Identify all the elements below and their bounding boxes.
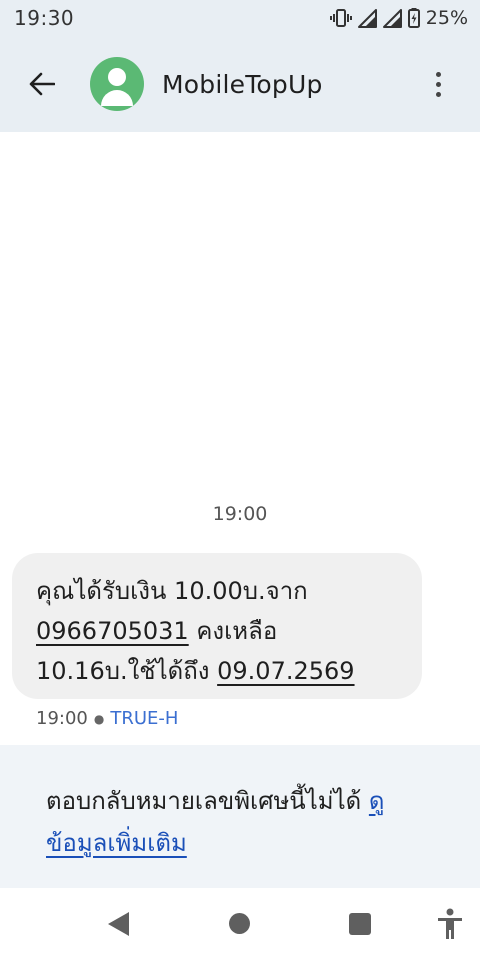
message-line-1: คุณได้รับเงิน 10.00บ.จาก [36, 571, 402, 611]
back-arrow-icon [29, 72, 55, 96]
message-line-3: 10.16บ.ใช้ได้ถึง 09.07.2569 [36, 651, 402, 691]
message-text: คุณได้รับเงิน 10.00บ.จาก [36, 577, 308, 605]
contact-avatar-icon[interactable] [90, 57, 144, 111]
reply-line-1: ตอบกลับหมายเลขพิเศษนี้ไม่ได้ ดู [46, 780, 440, 822]
separator-dot: ● [93, 711, 105, 726]
avatar-body [101, 90, 133, 106]
reply-line-2: ข้อมูลเพิ่มเติม [46, 822, 440, 864]
back-button[interactable] [0, 36, 84, 132]
status-bar: 19:30 25% [0, 0, 480, 36]
status-time: 19:30 [14, 6, 75, 30]
nav-home-icon[interactable] [229, 913, 250, 934]
sim-label: TRUE-H [110, 708, 179, 729]
message-line-2: 0966705031 คงเหลือ [36, 611, 402, 651]
more-options-button[interactable] [396, 36, 480, 132]
battery-percent: 25% [425, 7, 468, 29]
nav-back-icon[interactable] [108, 912, 129, 936]
message-bubble[interactable]: คุณได้รับเงิน 10.00บ.จาก 0966705031 คงเห… [12, 553, 422, 699]
signal-icon [357, 8, 377, 28]
status-icons: 25% [329, 7, 468, 29]
message-metadata: 19:00 ● TRUE-H [36, 708, 178, 729]
battery-charging-icon [407, 8, 420, 28]
reply-unsupported-panel: ตอบกลับหมายเลขพิเศษนี้ไม่ได้ ดู ข้อมูลเพ… [0, 745, 480, 888]
nav-recents-icon[interactable] [349, 913, 371, 935]
system-nav-bar [0, 888, 480, 960]
message-text: 10.16บ.ใช้ได้ถึง [36, 657, 218, 685]
learn-more-link[interactable]: ดู [369, 787, 385, 815]
learn-more-link[interactable]: ข้อมูลเพิ่มเติม [46, 829, 187, 857]
more-vert-dot [435, 91, 441, 97]
conversation-header: MobileTopUp [0, 36, 480, 132]
message-text: คงเหลือ [188, 617, 278, 645]
reply-unsupported-text: ตอบกลับหมายเลขพิเศษนี้ไม่ได้ [46, 787, 369, 815]
accessibility-icon[interactable] [436, 908, 464, 940]
signal-icon [382, 8, 402, 28]
more-vert-icon [435, 71, 441, 77]
phone-number-link[interactable]: 0966705031 [36, 617, 189, 645]
message-time: 19:00 [36, 708, 88, 729]
more-vert-dot [435, 81, 441, 87]
contact-name[interactable]: MobileTopUp [162, 70, 323, 99]
message-date-divider: 19:00 [212, 503, 268, 525]
date-link[interactable]: 09.07.2569 [217, 657, 354, 685]
avatar-head [108, 68, 126, 86]
vibrate-icon [329, 9, 352, 27]
